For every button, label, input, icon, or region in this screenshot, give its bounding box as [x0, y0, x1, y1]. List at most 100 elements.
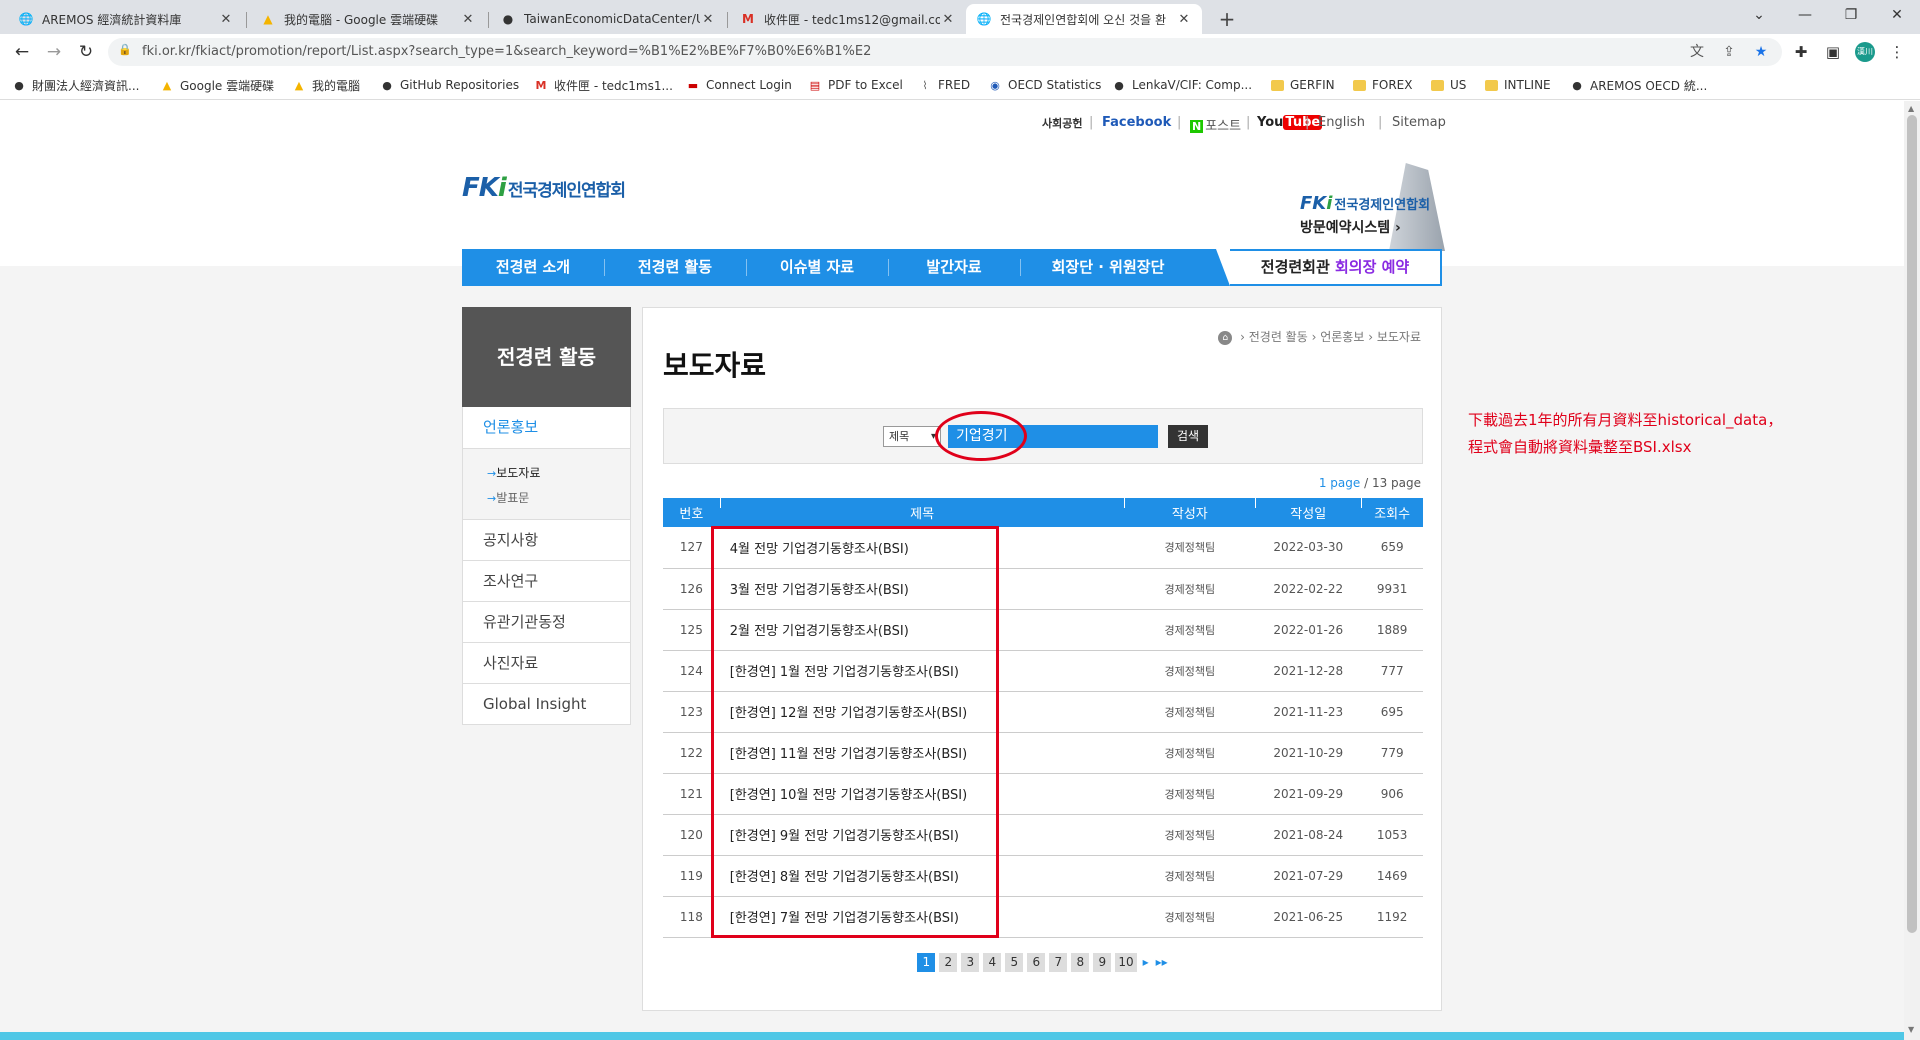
bookmark-folder[interactable]: GERFIN: [1270, 76, 1335, 94]
scroll-up-icon[interactable]: ▲: [1908, 104, 1914, 113]
scroll-down-icon[interactable]: ▼: [1908, 1025, 1914, 1034]
row-author: 경제정책팀: [1124, 855, 1256, 897]
address-bar[interactable]: 🔒 fki.or.kr/fkiact/promotion/report/List…: [108, 38, 1782, 66]
bookmark[interactable]: ● LenkaV/CIF: Comp...: [1112, 76, 1252, 94]
page-link[interactable]: 3: [961, 953, 980, 972]
side-item[interactable]: 사진자료: [462, 643, 631, 684]
new-tab-button[interactable]: +: [1214, 6, 1240, 32]
close-icon[interactable]: ✕: [700, 12, 716, 27]
row-date: 2021-09-29: [1255, 773, 1362, 815]
english-link[interactable]: English: [1318, 115, 1365, 130]
gmail-icon: M: [535, 78, 547, 92]
side-item[interactable]: 공지사항: [462, 520, 631, 561]
gnb-item[interactable]: 전경련 활동: [604, 249, 746, 286]
browser-tab[interactable]: ▲ 我的電腦 - Google 雲端硬碟 ✕: [250, 4, 486, 34]
booking-logo-fk: FK: [1300, 193, 1327, 214]
close-icon[interactable]: ✕: [460, 12, 476, 27]
profile-avatar[interactable]: 漢川: [1855, 42, 1875, 62]
home-icon[interactable]: ⌂: [1218, 330, 1233, 345]
side-item[interactable]: 조사연구: [462, 561, 631, 602]
url-text[interactable]: fki.or.kr/fkiact/promotion/report/List.a…: [142, 38, 871, 66]
tab-separator: [488, 12, 489, 28]
page-scrollbar[interactable]: ▲ ▼: [1904, 101, 1920, 1040]
bookmark[interactable]: ▤ PDF to Excel: [808, 76, 903, 94]
side-item[interactable]: 유관기관동정: [462, 602, 631, 643]
globe-icon: 🌐: [18, 12, 34, 26]
bookmark-star-icon[interactable]: ★: [1752, 43, 1770, 61]
minimize-icon[interactable]: —: [1782, 0, 1828, 30]
translate-icon[interactable]: 文: [1688, 43, 1706, 61]
page-link[interactable]: 4: [983, 953, 1002, 972]
next-page-icon[interactable]: ▸: [1141, 953, 1151, 972]
booking-system-banner[interactable]: FKi 전국경제인연합회 방문예약시스템 ›: [1290, 163, 1445, 251]
bookmark[interactable]: ◉ OECD Statistics: [988, 76, 1101, 94]
page-link[interactable]: 9: [1093, 953, 1112, 972]
breadcrumb-item[interactable]: 보도자료: [1377, 330, 1421, 344]
row-date: 2021-11-23: [1255, 691, 1362, 733]
gnb-item[interactable]: 회장단 · 위원장단: [1020, 249, 1196, 286]
bookmark[interactable]: M 收件匣 - tedc1ms1...: [534, 76, 673, 94]
bookmark[interactable]: ▲ Google 雲端硬碟: [160, 76, 274, 94]
side-panel-icon[interactable]: ▣: [1822, 41, 1844, 63]
bookmark[interactable]: ⌇ FRED: [918, 76, 970, 94]
tab-title: 收件匣 - tedc1ms12@gmail.co: [764, 12, 940, 27]
page-link[interactable]: 8: [1071, 953, 1090, 972]
page-link[interactable]: 2: [939, 953, 958, 972]
page-link[interactable]: 1: [917, 953, 936, 972]
browser-tab-active[interactable]: 🌐 전국경제인연합회에 오신 것을 환 ✕: [966, 4, 1202, 34]
reload-icon[interactable]: ↻: [74, 40, 98, 64]
browser-tab[interactable]: M 收件匣 - tedc1ms12@gmail.co ✕: [730, 4, 966, 34]
sitemap-link[interactable]: Sitemap: [1392, 115, 1446, 130]
social-contribution-link[interactable]: 사회공헌: [1042, 115, 1082, 131]
last-page-icon[interactable]: ▸▸: [1155, 953, 1169, 972]
gnb-item[interactable]: 발간자료: [888, 249, 1020, 286]
bookmark[interactable]: ● AREMOS OECD 統...: [1570, 76, 1707, 94]
search-type-select[interactable]: 제목 ▾: [883, 426, 941, 447]
window-close-icon[interactable]: ✕: [1874, 0, 1920, 30]
close-icon[interactable]: ✕: [1176, 12, 1192, 27]
fki-logo[interactable]: FKi 전국경제인연합회: [462, 173, 626, 203]
browser-tab[interactable]: ● TaiwanEconomicDataCenter/U ✕: [490, 4, 726, 34]
close-icon[interactable]: ✕: [218, 12, 234, 27]
share-icon[interactable]: ⇪: [1720, 43, 1738, 61]
browser-tab[interactable]: 🌐 AREMOS 經濟統計資料庫 ✕: [8, 4, 244, 34]
arrow-icon: →: [487, 467, 497, 480]
forward-arrow-icon[interactable]: →: [42, 40, 66, 64]
close-icon[interactable]: ✕: [940, 12, 956, 27]
gnb-meeting-room-booking[interactable]: 전경련회관 회의장 예약: [1216, 249, 1442, 286]
restore-icon[interactable]: ❐: [1828, 0, 1874, 30]
bookmark-folder[interactable]: US: [1430, 76, 1466, 94]
page-link[interactable]: 7: [1049, 953, 1068, 972]
page-link[interactable]: 6: [1027, 953, 1046, 972]
bookmark[interactable]: ▬ Connect Login: [686, 76, 792, 94]
breadcrumb-item[interactable]: 언론홍보: [1320, 330, 1364, 344]
naver-post-link[interactable]: N 포스트: [1190, 115, 1241, 134]
annotation-note: 下載過去1年的所有月資料至historical_data， 程式會自動將資料彙整…: [1468, 407, 1782, 461]
extensions-puzzle-icon[interactable]: ✚: [1790, 41, 1812, 63]
bookmark-folder[interactable]: INTLINE: [1484, 76, 1551, 94]
tab-search-chevron-icon[interactable]: ⌄: [1736, 0, 1782, 30]
breadcrumb-item[interactable]: 전경련 활동: [1249, 330, 1308, 344]
more-menu-icon[interactable]: ⋮: [1886, 41, 1908, 63]
gnb-item[interactable]: 이슈별 자료: [746, 249, 888, 286]
side-item[interactable]: Global Insight: [462, 684, 631, 725]
breadcrumb-sep: ›: [1311, 330, 1321, 344]
side-subitem-statement[interactable]: →발표문: [487, 486, 630, 511]
bookmark[interactable]: ▲ 我的電腦: [292, 76, 360, 94]
search-button[interactable]: 검색: [1168, 425, 1208, 448]
bookmark[interactable]: ● 財團法人經濟資訊...: [12, 76, 139, 94]
flag-icon: ▬: [687, 78, 699, 92]
back-arrow-icon[interactable]: ←: [10, 40, 34, 64]
facebook-link[interactable]: Facebook: [1102, 115, 1171, 130]
page-link[interactable]: 5: [1005, 953, 1024, 972]
gnb-item[interactable]: 전경련 소개: [462, 249, 604, 286]
youtube-link[interactable]: You Tube: [1257, 115, 1323, 130]
side-item-press[interactable]: 언론홍보: [462, 407, 631, 449]
row-views: 779: [1361, 732, 1423, 774]
post-label: 포스트: [1205, 119, 1242, 134]
bookmark[interactable]: ● GitHub Repositories: [380, 76, 519, 94]
bookmark-folder[interactable]: FOREX: [1352, 76, 1413, 94]
page-link[interactable]: 10: [1115, 953, 1137, 972]
side-subitem-press-release[interactable]: →보도자료: [487, 461, 630, 486]
scrollbar-thumb[interactable]: [1907, 115, 1917, 933]
